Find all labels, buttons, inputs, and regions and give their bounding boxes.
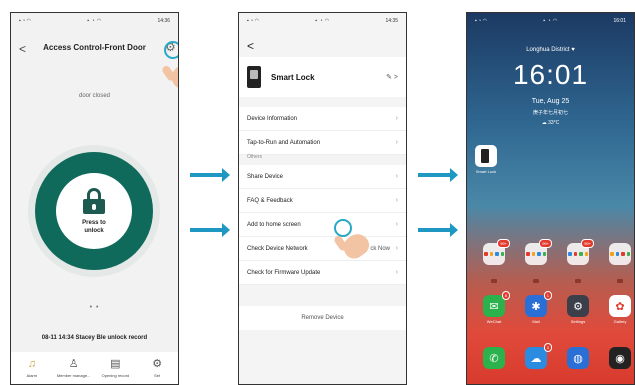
app-wechat[interactable]: ✉ 8 WeChat — [483, 291, 510, 324]
hand-pointer-icon — [167, 59, 178, 93]
device-name: Smart Lock — [271, 72, 315, 82]
chevron-right-icon: › — [395, 139, 398, 146]
tab-member[interactable]: ♙ Member manage... — [54, 358, 94, 378]
arrow-right — [418, 223, 458, 237]
smart-lock-icon — [247, 66, 261, 88]
unlock-button[interactable]: Press to unlock — [56, 173, 132, 249]
location-label: Longhua District ♥ — [526, 47, 575, 53]
tap-indicator — [164, 41, 178, 59]
chevron-right-icon: › — [395, 269, 398, 276]
menu-share-device[interactable]: Share Device › — [239, 165, 406, 189]
menu-faq-feedback[interactable]: FAQ & Feedback › — [239, 189, 406, 213]
weather: ☁ 33°C — [541, 120, 560, 126]
unlock-ring: Press to unlock — [35, 152, 153, 270]
menu-firmware-update[interactable]: Check for Firmware Update › — [239, 261, 406, 285]
app-folder[interactable]: 99+ — [567, 239, 594, 265]
status-bar: ▪ ◔ ◠ ▪ ◔ ◠ 16:01 — [475, 17, 626, 24]
section-label: Others — [247, 154, 263, 160]
tutorial-figure: ▪ ◔ ◠ ▪ ◔ ◠ 14:36 < Access Control-Front D… — [0, 0, 635, 385]
unlock-record[interactable]: 08-11 14:34 Stacey Ble unlock record — [11, 335, 178, 341]
arrow-right — [190, 223, 230, 237]
app-folder[interactable]: 99+ — [483, 239, 510, 265]
tab-alarm[interactable]: ♫ Alarm — [12, 358, 52, 378]
clock: 16:01 — [512, 59, 589, 90]
page-indicator: • • — [89, 304, 100, 311]
chevron-right-icon: › — [395, 245, 398, 252]
gear-icon: ⚙ — [567, 295, 589, 317]
menu-add-to-home-screen[interactable]: Add to home screen › — [239, 213, 406, 237]
unlock-dial[interactable]: Press to unlock — [28, 145, 160, 277]
edit-name-button[interactable]: ✎ > — [386, 73, 398, 81]
page-title: Access Control-Front Door — [43, 43, 146, 52]
phone-smart-lock-settings: ▪ ◔ ◠ ▪ ◔ ◠ 14:35 < Smart Lock ✎ > Device … — [238, 12, 407, 385]
record-icon: ▤ — [110, 358, 121, 370]
arrow-right — [418, 168, 458, 182]
browser-icon[interactable]: ◍ — [567, 347, 589, 369]
menu-tap-to-run[interactable]: Tap-to-Run and Automation › — [239, 131, 406, 155]
app-folder[interactable] — [609, 243, 631, 265]
messages-icon[interactable]: ☁ 3 — [525, 343, 552, 369]
chevron-right-icon: › — [395, 197, 398, 204]
arrow-right — [190, 168, 230, 182]
back-button[interactable]: < — [247, 39, 254, 53]
smart-lock-icon — [475, 145, 497, 167]
status-bar: ▪ ◔ ◠ ▪ ◔ ◠ 14:35 — [247, 17, 398, 24]
device-header: Smart Lock ✎ > — [239, 57, 406, 97]
phone-home-screen: ▪ ◔ ◠ ▪ ◔ ◠ 16:01 Longhua District ♥ 16:01… — [466, 12, 635, 385]
alarm-icon: ♫ — [27, 358, 36, 370]
gear-icon: ⚙ — [152, 358, 163, 370]
lunar-date: 庚子年七月初七 — [532, 110, 568, 116]
menu-check-device-network[interactable]: Check Device Network ck Now › — [239, 237, 406, 261]
chevron-right-icon: › — [395, 173, 398, 180]
remove-device-button[interactable]: Remove Device — [239, 306, 406, 330]
star-icon: ✱ 1 — [525, 291, 552, 317]
chevron-right-icon: › — [395, 115, 398, 122]
tab-bar: ♫ Alarm ♙ Member manage... ▤ Opening rec… — [11, 352, 178, 384]
padlock-icon — [83, 187, 105, 214]
tab-opening-record[interactable]: ▤ Opening record — [95, 358, 135, 378]
app-settings[interactable]: ⚙ Settings — [567, 295, 589, 324]
smart-lock-shortcut[interactable]: Smart Lock — [474, 145, 498, 174]
status-bar: ▪ ◔ ◠ ▪ ◔ ◠ 14:36 — [19, 17, 170, 24]
menu-device-information[interactable]: Device Information › — [239, 107, 406, 131]
app-gallery[interactable]: ✿ Gallery — [609, 295, 631, 324]
chevron-right-icon: › — [395, 221, 398, 228]
app-folder[interactable]: 99+ — [525, 239, 552, 265]
date: Tue, Aug 25 — [531, 98, 570, 105]
phone-icon[interactable]: ✆ — [483, 347, 505, 369]
camera-icon[interactable]: ◉ — [609, 347, 631, 369]
tap-indicator — [334, 219, 352, 237]
tab-set[interactable]: ⚙ Set — [137, 358, 177, 378]
wechat-icon: ✉ 8 — [483, 291, 510, 317]
door-status: door closed — [78, 93, 111, 99]
flower-icon: ✿ — [609, 295, 631, 317]
unlock-label: Press to unlock — [82, 219, 106, 234]
person-icon: ♙ — [68, 358, 79, 370]
phone-access-control: ▪ ◔ ◠ ▪ ◔ ◠ 14:36 < Access Control-Front D… — [10, 12, 179, 385]
app-mail[interactable]: ✱ 1 Mail — [525, 291, 552, 324]
